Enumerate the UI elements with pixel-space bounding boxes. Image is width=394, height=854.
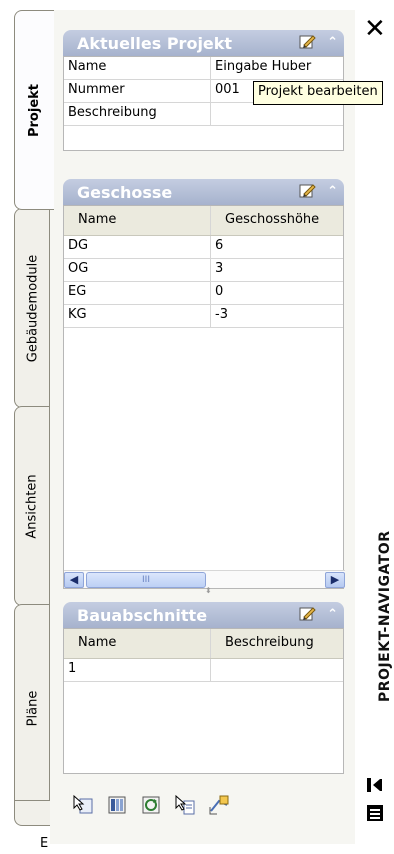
floors-header[interactable]: Geschosse ⌃ xyxy=(63,179,344,205)
scroll-thumb[interactable]: III xyxy=(86,571,206,588)
table-row[interactable]: Name Eingabe Huber xyxy=(64,57,343,80)
phases-title: Bauabschnitte xyxy=(77,605,208,625)
property-name: Nummer xyxy=(64,80,211,102)
collapse-phases-icon[interactable]: ⌃ xyxy=(327,607,338,622)
auto-hide-icon[interactable] xyxy=(366,776,384,798)
table-row[interactable]: KG -3 xyxy=(64,305,343,328)
edit-phases-icon[interactable] xyxy=(299,606,317,622)
floor-height: -3 xyxy=(215,307,228,322)
column-header-name[interactable]: Name xyxy=(64,629,211,658)
floor-name: EG xyxy=(64,282,211,304)
table-header-row: Name Beschreibung xyxy=(64,629,343,659)
grid-icon[interactable] xyxy=(104,792,130,818)
select-cursor-icon[interactable] xyxy=(70,792,96,818)
table-row[interactable]: EG 0 xyxy=(64,282,343,305)
floors-section: Geschosse ⌃ Name Geschosshöhe DG 6 OG 3 … xyxy=(63,179,345,589)
phase-description xyxy=(211,659,343,681)
palette-title: PROJEKT-NAVIGATOR xyxy=(377,530,393,702)
phases-section: Bauabschnitte ⌃ Name Beschreibung 1 xyxy=(63,602,344,774)
edit-floors-icon[interactable] xyxy=(299,183,317,199)
project-navigator-window: Projekt Gebäudemodule Ansichten Pläne E … xyxy=(0,0,394,854)
phase-name: 1 xyxy=(64,659,211,681)
splitter-grip-icon[interactable]: ⬍ xyxy=(205,586,212,595)
tab-gebaeudemodule-label: Gebäudemodule xyxy=(25,254,40,362)
table-row[interactable]: 1 xyxy=(64,659,343,682)
edit-project-tooltip: Projekt bearbeiten xyxy=(253,81,383,105)
phases-header[interactable]: Bauabschnitte ⌃ xyxy=(63,602,344,628)
tab-ansichten[interactable]: Ansichten xyxy=(14,406,50,606)
current-project-title: Aktuelles Projekt xyxy=(77,33,233,53)
current-project-header[interactable]: Aktuelles Projekt ⌃ xyxy=(63,30,344,56)
tab-plaene[interactable]: Pläne xyxy=(14,604,50,812)
table-row[interactable]: Beschreibung xyxy=(64,103,343,126)
refresh-icon[interactable] xyxy=(138,792,164,818)
close-icon[interactable]: ✕ xyxy=(364,16,386,42)
column-header-name[interactable]: Name xyxy=(64,206,211,235)
scroll-right-button[interactable]: ▶ xyxy=(325,571,345,588)
property-name: Beschreibung xyxy=(64,103,211,125)
scroll-left-button[interactable]: ◀ xyxy=(64,571,84,588)
table-row[interactable]: DG 6 xyxy=(64,236,343,259)
floor-name: KG xyxy=(64,305,211,327)
palette-title-bar: ✕ PROJEKT-NAVIGATOR xyxy=(355,10,394,854)
floor-height: 6 xyxy=(215,238,224,253)
table-row[interactable]: OG 3 xyxy=(64,259,343,282)
floor-height: 3 xyxy=(215,261,224,276)
collapse-current-project-icon[interactable]: ⌃ xyxy=(327,35,338,50)
column-header-description[interactable]: Beschreibung xyxy=(211,629,343,658)
vertical-tab-bar: Projekt Gebäudemodule Ansichten Pläne xyxy=(14,10,54,820)
collapse-floors-icon[interactable]: ⌃ xyxy=(327,184,338,199)
cursor-doc-icon[interactable] xyxy=(172,792,198,818)
edit-project-icon[interactable] xyxy=(299,34,317,50)
column-header-height[interactable]: Geschosshöhe xyxy=(211,206,343,235)
floor-name: DG xyxy=(64,236,211,258)
tab-plaene-label: Pläne xyxy=(25,690,40,726)
phases-grid: Name Beschreibung 1 xyxy=(63,628,344,774)
grid-empty-space xyxy=(64,126,343,150)
bottom-truncated-text: E xyxy=(40,836,49,851)
navigator-panel: Aktuelles Projekt ⌃ Name Eingabe Huber N… xyxy=(50,10,355,844)
tab-ansichten-label: Ansichten xyxy=(25,473,40,539)
bottom-toolbar xyxy=(70,792,232,818)
tab-projekt-label: Projekt xyxy=(27,83,43,137)
property-name: Name xyxy=(64,57,211,79)
table-header-row: Name Geschosshöhe xyxy=(64,206,343,236)
repath-icon[interactable] xyxy=(206,792,232,818)
floor-name: OG xyxy=(64,259,211,281)
tab-projekt[interactable]: Projekt xyxy=(14,10,54,210)
floors-title: Geschosse xyxy=(77,182,173,202)
bottom-tab-strip xyxy=(14,800,50,826)
floor-height: 0 xyxy=(215,284,224,299)
property-value[interactable]: Eingabe Huber xyxy=(211,57,343,79)
property-value[interactable] xyxy=(211,103,343,125)
floors-grid: Name Geschosshöhe DG 6 OG 3 EG 0 KG -3 ◀… xyxy=(63,205,345,589)
tab-gebaeudemodule[interactable]: Gebäudemodule xyxy=(14,208,50,408)
properties-menu-icon[interactable] xyxy=(366,804,384,826)
